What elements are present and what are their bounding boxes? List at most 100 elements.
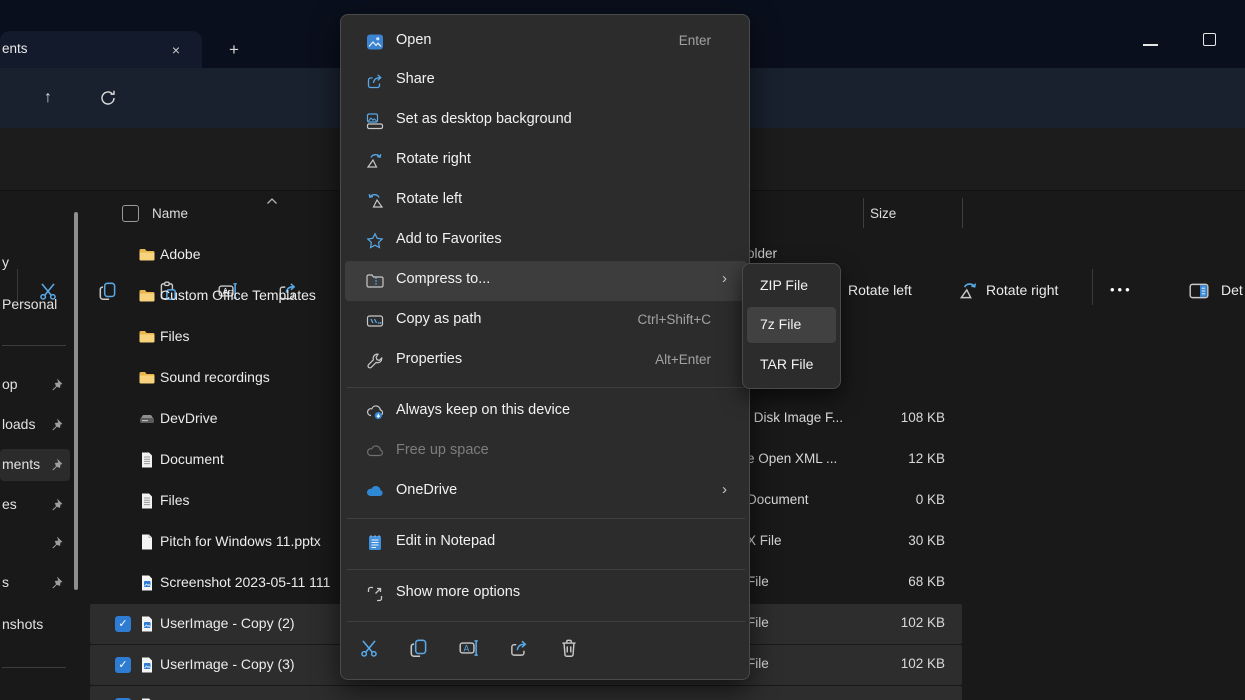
- sidebar-item-videos[interactable]: s: [0, 567, 70, 599]
- column-divider[interactable]: [863, 198, 864, 228]
- minimize-button[interactable]: [1143, 44, 1158, 46]
- rotate-right-button[interactable]: Rotate right: [986, 282, 1058, 298]
- file-explorer-window: ents × + ↑ OneDrive › Zac: [0, 0, 1245, 700]
- sidebar-item-documents[interactable]: ments: [0, 449, 70, 481]
- menu-item-free-up-space: Free up space: [345, 432, 747, 472]
- sidebar-item-desktop[interactable]: op: [0, 369, 70, 401]
- menu-item-onedrive[interactable]: OneDrive ›: [345, 472, 747, 512]
- sidebar-item-onedrive-personal[interactable]: Personal: [0, 289, 70, 321]
- menu-item-shortcut: Enter: [679, 33, 711, 48]
- details-pane-icon[interactable]: [1188, 280, 1210, 302]
- file-size: 108 KB: [901, 410, 945, 425]
- menu-item-show-more-options[interactable]: Show more options: [345, 574, 747, 614]
- file-type: File: [747, 656, 769, 671]
- new-tab-button[interactable]: +: [222, 38, 246, 62]
- menu-item-rotate-left[interactable]: Rotate left: [345, 181, 747, 221]
- column-header-name[interactable]: Name: [152, 206, 188, 221]
- maximize-button[interactable]: [1203, 33, 1216, 46]
- refresh-icon[interactable]: [98, 88, 118, 108]
- file-size: 30 KB: [908, 533, 945, 548]
- file-size: 0 KB: [916, 492, 945, 507]
- file-type: l Disk Image F...: [747, 410, 843, 425]
- file-name: DevDrive: [160, 410, 218, 426]
- menu-item-always-keep-on-device[interactable]: Always keep on this device: [345, 392, 747, 432]
- menu-item-label: Show more options: [396, 584, 520, 600]
- menu-item-label: Edit in Notepad: [396, 533, 495, 549]
- sidebar-item-screenshots[interactable]: nshots: [0, 609, 70, 641]
- column-divider[interactable]: [962, 198, 963, 228]
- submenu-item-zip-file[interactable]: ZIP File: [747, 268, 836, 304]
- wrench-icon: [365, 351, 385, 371]
- details-pane-button[interactable]: Det: [1221, 282, 1243, 298]
- image-file-icon: [138, 574, 156, 592]
- sidebar-item-label: Personal: [2, 296, 57, 312]
- rotate-right-icon: [365, 151, 385, 171]
- sidebar-item-downloads[interactable]: loads: [0, 409, 70, 441]
- sidebar-separator: [2, 667, 66, 668]
- sidebar-item-label: nshots: [2, 616, 43, 632]
- sidebar-item-label: op: [2, 376, 18, 392]
- sidebar-item-gallery[interactable]: y: [0, 247, 70, 279]
- drive-icon: [138, 410, 156, 428]
- file-name: Screenshot 2023-05-11 111: [160, 574, 330, 590]
- file-type: Document: [747, 492, 809, 507]
- row-checkbox-checked[interactable]: ✓: [115, 657, 131, 673]
- delete-icon[interactable]: [558, 637, 580, 659]
- sidebar-item-label: es: [2, 496, 17, 512]
- file-row-selected-partial[interactable]: ✓: [90, 686, 962, 700]
- see-more-button[interactable]: •••: [1110, 282, 1133, 297]
- submenu-item-label: ZIP File: [760, 277, 808, 293]
- svg-text:A: A: [464, 643, 470, 653]
- menu-item-open[interactable]: Open Enter: [345, 22, 747, 62]
- file-size: 68 KB: [908, 574, 945, 589]
- menu-item-label: Open: [396, 32, 431, 48]
- menu-item-label: Copy as path: [396, 311, 481, 327]
- star-icon: [365, 231, 385, 251]
- cloud-outline-icon: [365, 442, 385, 462]
- menu-item-add-to-favorites[interactable]: Add to Favorites: [345, 221, 747, 261]
- menu-item-label: Compress to...: [396, 271, 490, 287]
- submenu-item-label: TAR File: [760, 356, 813, 372]
- cut-icon[interactable]: [358, 637, 380, 659]
- image-file-icon: [138, 656, 156, 674]
- folder-icon: [138, 287, 156, 305]
- menu-item-rotate-right[interactable]: Rotate right: [345, 141, 747, 181]
- copy-icon[interactable]: [408, 637, 430, 659]
- rename-icon[interactable]: A: [458, 637, 480, 659]
- share-icon[interactable]: [508, 637, 530, 659]
- sort-ascending-icon: [266, 197, 278, 205]
- menu-item-label: Set as desktop background: [396, 111, 572, 127]
- image-file-icon: [138, 615, 156, 633]
- sidebar-item-pictures[interactable]: es: [0, 489, 70, 521]
- select-all-checkbox[interactable]: [122, 205, 139, 222]
- menu-item-shortcut: Ctrl+Shift+C: [637, 312, 711, 327]
- menu-item-compress-to[interactable]: Compress to... ›: [345, 261, 747, 301]
- column-header-size[interactable]: Size: [870, 206, 896, 221]
- file-type: File: [747, 574, 769, 589]
- menu-item-copy-as-path[interactable]: Copy as path Ctrl+Shift+C: [345, 301, 747, 341]
- file-name: Files: [160, 492, 190, 508]
- onedrive-cloud-icon: [365, 482, 385, 502]
- menu-item-properties[interactable]: Properties Alt+Enter: [345, 341, 747, 381]
- tab-documents[interactable]: ents ×: [0, 31, 202, 68]
- sidebar-item-music[interactable]: [0, 527, 70, 559]
- up-button[interactable]: ↑: [36, 86, 60, 110]
- file-type: File: [747, 615, 769, 630]
- sidebar-separator: [2, 345, 66, 346]
- tab-close-button[interactable]: ×: [164, 38, 188, 62]
- row-checkbox-checked[interactable]: ✓: [115, 616, 131, 632]
- rotate-left-icon: [365, 191, 385, 211]
- submenu-item-tar-file[interactable]: TAR File: [747, 347, 836, 383]
- file-name: Sound recordings: [160, 369, 270, 385]
- menu-item-set-as-desktop-background[interactable]: Set as desktop background: [345, 101, 747, 141]
- menu-separator: [347, 621, 745, 622]
- submenu-item-7z-file[interactable]: 7z File: [747, 307, 836, 343]
- file-name: Adobe: [160, 246, 200, 262]
- folder-icon: [138, 328, 156, 346]
- sidebar-scrollbar[interactable]: [74, 212, 78, 590]
- menu-item-share[interactable]: Share: [345, 61, 747, 101]
- file-name: Files: [160, 328, 190, 344]
- file-icon: [138, 533, 156, 551]
- context-menu: Open Enter Share Set as desktop backgrou…: [340, 14, 750, 680]
- menu-item-edit-in-notepad[interactable]: Edit in Notepad: [345, 523, 747, 563]
